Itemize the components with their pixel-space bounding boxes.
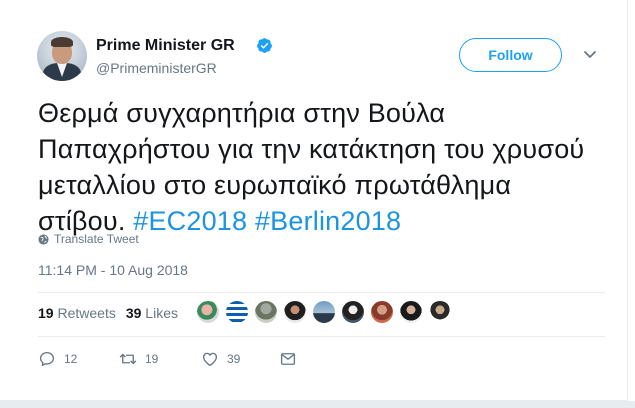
tweet-text: Θερμά συγχαρητήρια στην Βούλα Παπαχρήστο… [38,95,598,239]
retweets-count: 19 [38,305,54,321]
retweets-label: Retweets [57,305,116,321]
liker-avatar[interactable] [312,300,336,324]
liker-avatar[interactable] [254,300,278,324]
hashtag-link[interactable]: #Berlin2018 [255,206,401,236]
reply-count: 12 [64,352,78,366]
tweet-card: Prime Minister GR @PrimeministerGR Follo… [0,0,628,401]
direct-message-button[interactable] [279,350,305,368]
heart-icon [202,352,218,367]
message-icon [280,353,296,365]
like-count: 39 [227,352,241,366]
retweet-count: 19 [145,352,159,366]
hashtag-link[interactable]: #EC2018 [133,206,247,236]
follow-button[interactable]: Follow [459,38,562,72]
divider [38,336,605,337]
liker-avatar[interactable] [196,300,220,324]
likes-stat[interactable]: 39 Likes [126,305,178,321]
retweets-stat[interactable]: 19 Retweets [38,305,116,321]
verified-badge-icon [257,38,272,53]
user-handle[interactable]: @PrimeministerGR [96,60,217,76]
avatar[interactable] [37,31,87,81]
page-background-strip [0,401,635,408]
tweet-stats: 19 Retweets 39 Likes [38,305,178,321]
globe-icon [38,233,49,245]
tweet-timestamp[interactable]: 11:14 PM - 10 Aug 2018 [38,262,188,278]
likes-count: 39 [125,305,142,321]
liker-avatar[interactable] [399,300,423,324]
avatar-hair [51,37,73,47]
liker-avatar[interactable] [225,300,249,324]
retweet-icon [119,353,137,365]
like-button[interactable]: 39 [201,350,240,368]
likes-label: Likes [145,305,178,321]
liker-avatar[interactable] [341,300,365,324]
translate-tweet-link[interactable]: Translate Tweet [38,232,139,246]
divider [38,292,605,293]
translate-label: Translate Tweet [54,232,139,246]
liker-avatar[interactable] [370,300,394,324]
reply-icon [39,351,55,367]
liker-avatar[interactable] [283,300,307,324]
display-name[interactable]: Prime Minister GR [96,37,235,55]
chevron-down-icon[interactable] [583,50,597,60]
liker-avatar[interactable] [428,300,452,324]
reply-button[interactable]: 12 [38,350,77,368]
retweet-button[interactable]: 19 [119,350,158,368]
